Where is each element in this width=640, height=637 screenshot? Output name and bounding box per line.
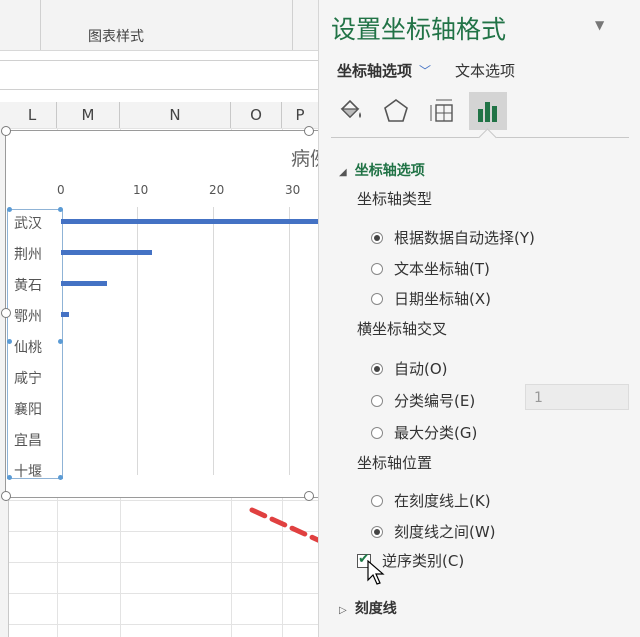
x-gridline: [213, 207, 214, 475]
tab-text-options[interactable]: 文本选项: [455, 60, 515, 81]
selection-handle[interactable]: [58, 475, 63, 480]
chevron-down-icon[interactable]: ﹀: [419, 62, 431, 79]
radio-label: 在刻度线上(K): [394, 492, 491, 510]
radio-label: 根据数据自动选择(Y): [394, 229, 535, 247]
radio-label: 刻度线之间(W): [394, 523, 496, 541]
selection-handle[interactable]: [58, 207, 63, 212]
reverse-categories-label: 逆序类别(C): [382, 552, 465, 570]
active-tab-pointer: [478, 128, 497, 147]
column-header-n[interactable]: N: [120, 102, 231, 128]
axis-type-label: 坐标轴类型: [357, 190, 433, 208]
selection-handle[interactable]: [7, 339, 12, 344]
category-number-input[interactable]: 1: [525, 384, 629, 410]
bar-chart[interactable]: 病例 0 10 20 30 武汉 荆州 黄石 鄂州 仙桃 咸宁 襄阳 宜昌 十堰: [5, 130, 329, 498]
radio-circle[interactable]: [371, 362, 383, 375]
bar[interactable]: [61, 250, 153, 255]
x-gridline: [137, 207, 138, 475]
section-axis-options-label: 坐标轴选项: [354, 163, 425, 179]
radio-category-number[interactable]: 分类编号(E): [371, 390, 475, 411]
category-label[interactable]: 仙桃: [14, 337, 42, 357]
mouse-cursor-icon: [367, 560, 385, 585]
x-tick-label: 0: [57, 183, 65, 197]
section-axis-options[interactable]: ◢ 坐标轴选项: [339, 160, 425, 180]
radio-circle[interactable]: [371, 231, 383, 244]
ribbon-separator: [40, 0, 41, 50]
chart-styles-group-label: 图表样式: [88, 29, 144, 45]
triangle-down-icon: ◢: [339, 167, 347, 178]
radio-label: 最大分类(G): [394, 424, 478, 442]
ribbon-chart-tools: 图表样式: [0, 0, 318, 51]
category-label[interactable]: 鄂州: [14, 306, 42, 326]
bar[interactable]: [61, 312, 69, 317]
column-header-p[interactable]: P: [282, 102, 318, 128]
column-header-m[interactable]: M: [57, 102, 120, 128]
section-tick-marks[interactable]: ▷ 刻度线: [339, 598, 397, 618]
x-tick-label: 20: [209, 183, 225, 197]
resize-handle-top-right[interactable]: [304, 126, 314, 136]
radio-circle[interactable]: [371, 426, 383, 439]
radio-auto-select[interactable]: 根据数据自动选择(Y): [371, 227, 535, 248]
ribbon-separator: [292, 0, 293, 50]
pentagon-icon[interactable]: [377, 92, 415, 130]
tab-axis-options[interactable]: 坐标轴选项: [337, 60, 412, 81]
category-label[interactable]: 宜昌: [14, 430, 42, 450]
column-header-o[interactable]: O: [231, 102, 282, 128]
size-properties-icon[interactable]: [423, 92, 461, 130]
bar[interactable]: [61, 219, 319, 224]
radio-label: 文本坐标轴(T): [394, 260, 490, 278]
category-label[interactable]: 襄阳: [14, 399, 42, 419]
radio-between-tick-marks[interactable]: 刻度线之间(W): [371, 521, 496, 542]
radio-label: 日期坐标轴(X): [394, 290, 491, 308]
category-label[interactable]: 荆州: [14, 244, 42, 264]
pane-title: 设置坐标轴格式: [331, 15, 507, 44]
radio-date-axis[interactable]: 日期坐标轴(X): [371, 288, 491, 309]
selection-handle[interactable]: [58, 339, 63, 344]
resize-handle-top-left[interactable]: [1, 126, 11, 136]
radio-on-tick-marks[interactable]: 在刻度线上(K): [371, 490, 491, 511]
selection-handle[interactable]: [7, 207, 12, 212]
x-tick-label: 10: [133, 183, 149, 197]
radio-circle[interactable]: [371, 394, 383, 407]
radio-label: 分类编号(E): [394, 392, 476, 410]
paint-bucket-icon[interactable]: [331, 92, 369, 130]
radio-circle[interactable]: [371, 262, 383, 275]
bar[interactable]: [61, 281, 107, 286]
selection-handle[interactable]: [7, 475, 12, 480]
resize-handle-bottom-left[interactable]: [1, 491, 11, 501]
column-header-l[interactable]: L: [8, 102, 57, 128]
radio-max-category[interactable]: 最大分类(G): [371, 422, 477, 443]
resize-handle-middle-left[interactable]: [1, 308, 11, 318]
category-label[interactable]: 黄石: [14, 275, 42, 295]
axis-position-label: 坐标轴位置: [357, 454, 433, 472]
x-gridline: [289, 207, 290, 475]
bar-chart-icon[interactable]: [469, 92, 507, 130]
radio-text-axis[interactable]: 文本坐标轴(T): [371, 258, 490, 279]
column-header-row: L M N O P: [0, 102, 318, 129]
formula-bar[interactable]: [0, 60, 318, 90]
format-axis-pane: 设置坐标轴格式 ▼ 坐标轴选项 ﹀ 文本选项 ◢ 坐标轴选项 坐标轴类型 根据数…: [318, 0, 640, 637]
section-tick-marks-label: 刻度线: [354, 601, 397, 617]
triangle-right-icon: ▷: [339, 605, 347, 616]
axis-cross-label: 横坐标轴交叉: [357, 320, 448, 338]
radio-circle[interactable]: [371, 494, 383, 507]
radio-cross-auto[interactable]: 自动(O): [371, 358, 448, 379]
pane-options-dropdown-icon[interactable]: ▼: [595, 18, 604, 32]
x-tick-label: 30: [285, 183, 301, 197]
category-label[interactable]: 十堰: [14, 461, 42, 481]
radio-label: 自动(O): [394, 360, 448, 378]
radio-circle[interactable]: [371, 525, 383, 538]
radio-circle[interactable]: [371, 292, 383, 305]
category-label[interactable]: 武汉: [14, 213, 42, 233]
category-label[interactable]: 咸宁: [14, 368, 42, 388]
